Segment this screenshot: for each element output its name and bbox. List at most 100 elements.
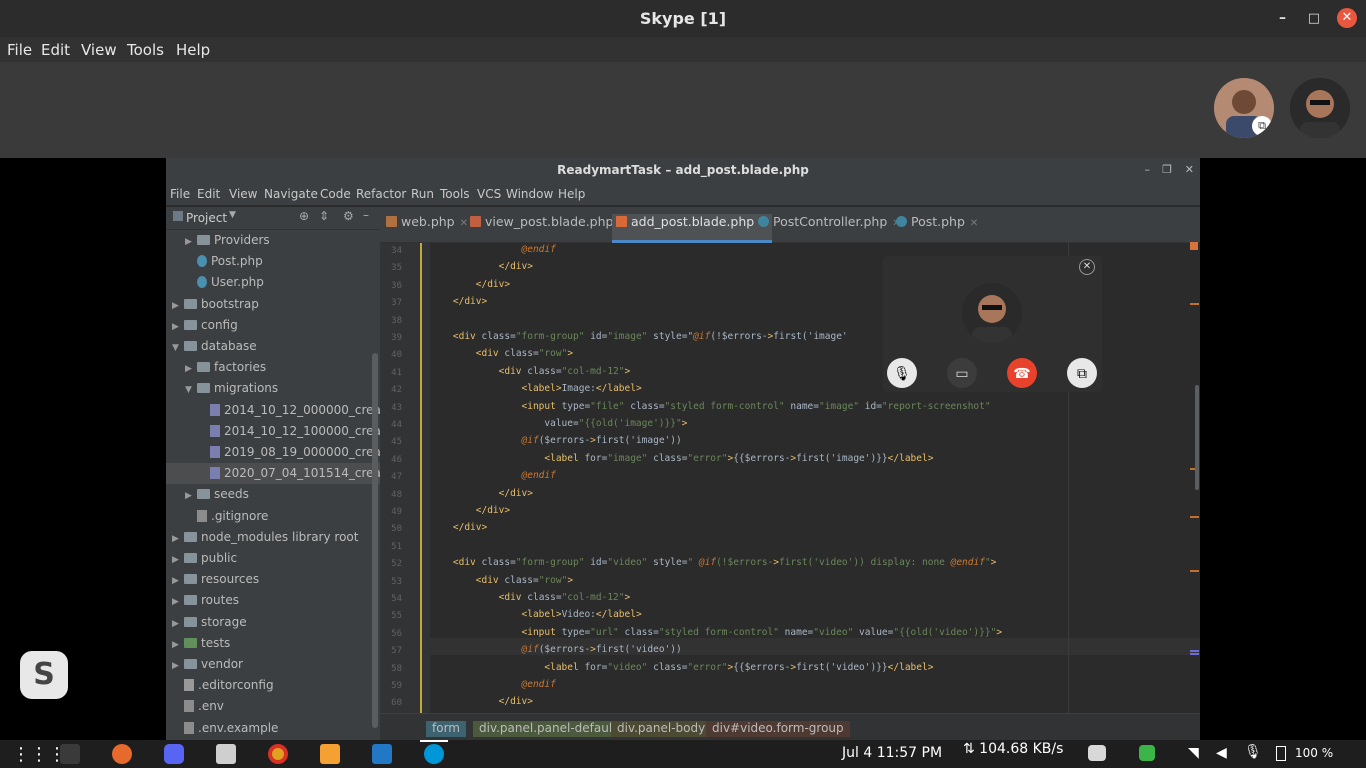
tree-item[interactable]: .gitignore bbox=[166, 506, 380, 527]
tree-item[interactable]: ▶ Providers bbox=[166, 230, 380, 251]
end-call-icon[interactable]: ☎ bbox=[1007, 358, 1037, 388]
tree-item[interactable]: Post.php bbox=[166, 251, 380, 272]
app-grid-icon[interactable]: ⋮⋮⋮ bbox=[12, 744, 66, 764]
chevron-right-icon[interactable]: ▶ bbox=[172, 635, 184, 654]
microphone-tray-icon[interactable]: 🎙 bbox=[1244, 743, 1262, 760]
terminal-icon[interactable] bbox=[60, 744, 80, 764]
chevron-right-icon[interactable]: ▶ bbox=[172, 550, 184, 569]
tree-item[interactable]: ▶ routes bbox=[166, 590, 380, 611]
sublime-icon[interactable] bbox=[320, 744, 340, 764]
tree-item[interactable]: 2019_08_19_000000_create_ bbox=[166, 442, 380, 463]
chevron-right-icon[interactable]: ▶ bbox=[172, 296, 184, 315]
hide-icon[interactable]: – bbox=[363, 208, 369, 222]
chevron-down-icon[interactable]: ▼ bbox=[172, 338, 184, 357]
editor-scrollbar[interactable] bbox=[1195, 385, 1199, 490]
breadcrumb-item[interactable]: div#video.form-group bbox=[706, 721, 850, 737]
tree-item[interactable]: .env bbox=[166, 696, 380, 717]
breadcrumb-item[interactable]: div.panel.panel-default bbox=[473, 721, 623, 737]
tab-postcontroller[interactable]: PostController.php✕ bbox=[758, 214, 901, 243]
popout-window-icon[interactable]: ⧉ bbox=[1067, 358, 1097, 388]
tree-item[interactable]: ▶ config bbox=[166, 315, 380, 336]
tree-item[interactable]: ▶ tests bbox=[166, 633, 380, 654]
project-label[interactable]: Project bbox=[186, 211, 227, 225]
firefox-icon[interactable] bbox=[112, 744, 132, 764]
ide-menu-window[interactable]: Window bbox=[506, 187, 553, 201]
marker[interactable] bbox=[1190, 516, 1199, 518]
vscode-icon[interactable] bbox=[372, 744, 392, 764]
breadcrumb-item[interactable]: div.panel-body bbox=[611, 721, 712, 737]
battery-icon[interactable] bbox=[1276, 746, 1286, 761]
tree-item[interactable]: ▶ vendor bbox=[166, 654, 380, 675]
ide-minimize-button[interactable]: – bbox=[1145, 158, 1151, 182]
video-off-icon[interactable]: ▭ bbox=[947, 358, 977, 388]
tree-item[interactable]: 2014_10_12_100000_create_ bbox=[166, 421, 380, 442]
menu-help[interactable]: Help bbox=[176, 41, 210, 59]
ide-menu-navigate[interactable]: Navigate bbox=[264, 187, 318, 201]
check-tray-icon[interactable] bbox=[1139, 745, 1155, 761]
marker[interactable] bbox=[1190, 653, 1199, 655]
tree-item[interactable]: .env.example bbox=[166, 718, 380, 739]
skype-taskbar-icon[interactable] bbox=[424, 744, 444, 764]
marker[interactable] bbox=[1190, 570, 1199, 572]
tree-item[interactable]: ▶ bootstrap bbox=[166, 294, 380, 315]
close-call-window-icon[interactable]: ✕ bbox=[1079, 259, 1095, 275]
chevron-right-icon[interactable]: ▶ bbox=[185, 232, 197, 251]
chevron-down-icon[interactable]: ▼ bbox=[185, 380, 197, 399]
tree-scrollbar[interactable] bbox=[372, 353, 378, 728]
chevron-right-icon[interactable]: ▶ bbox=[185, 486, 197, 505]
files-icon[interactable] bbox=[216, 744, 236, 764]
tree-item[interactable]: 2020_07_04_101514_create_ bbox=[166, 463, 380, 485]
close-icon[interactable]: ✕ bbox=[460, 218, 468, 229]
chevron-right-icon[interactable]: ▶ bbox=[185, 359, 197, 378]
tree-item[interactable]: ▶ factories bbox=[166, 357, 380, 378]
close-button[interactable]: ✕ bbox=[1337, 8, 1357, 28]
chevron-right-icon[interactable]: ▶ bbox=[172, 571, 184, 590]
menu-file[interactable]: File bbox=[7, 41, 32, 59]
ide-menu-edit[interactable]: Edit bbox=[197, 187, 220, 201]
locate-icon[interactable]: ⊕ bbox=[299, 209, 309, 223]
ide-menu-view[interactable]: View bbox=[229, 187, 257, 201]
tree-item[interactable]: ▶ public bbox=[166, 548, 380, 569]
popout-icon[interactable]: ⧉ bbox=[1252, 116, 1272, 136]
tree-item[interactable]: ▼ migrations bbox=[166, 378, 380, 399]
ide-close-button[interactable]: ✕ bbox=[1185, 158, 1194, 182]
marker[interactable] bbox=[1190, 303, 1199, 305]
ide-restore-button[interactable]: ❐ bbox=[1162, 158, 1172, 182]
chrome-icon[interactable] bbox=[268, 744, 288, 764]
chevron-right-icon[interactable]: ▶ bbox=[172, 656, 184, 675]
maximize-button[interactable]: □ bbox=[1308, 0, 1320, 37]
tree-item[interactable]: ▶ storage bbox=[166, 612, 380, 633]
participant-avatar-remote[interactable] bbox=[1290, 78, 1350, 138]
tree-item[interactable]: .editorconfig bbox=[166, 675, 380, 696]
chevron-right-icon[interactable]: ▶ bbox=[172, 529, 184, 548]
breadcrumb-item[interactable]: form bbox=[426, 721, 466, 737]
ide-menu-run[interactable]: Run bbox=[411, 187, 434, 201]
skype-logo-icon[interactable]: S bbox=[20, 651, 68, 699]
tab-web-php[interactable]: web.php ✕ bbox=[386, 214, 468, 243]
volume-icon[interactable]: ◀ bbox=[1216, 744, 1227, 761]
tab-post-php[interactable]: Post.php ✕ bbox=[896, 214, 978, 243]
ide-menu-code[interactable]: Code bbox=[320, 187, 351, 201]
tab-view-post-blade[interactable]: view_post.blade.php✕ bbox=[470, 214, 627, 243]
chevron-right-icon[interactable]: ▶ bbox=[172, 592, 184, 611]
marker[interactable] bbox=[1190, 650, 1199, 652]
collapse-icon[interactable]: ⇕ bbox=[319, 209, 329, 223]
wifi-icon[interactable]: ◥ bbox=[1188, 744, 1199, 761]
ide-menu-tools[interactable]: Tools bbox=[440, 187, 470, 201]
chevron-right-icon[interactable]: ▶ bbox=[172, 317, 184, 336]
tree-item[interactable]: ▶ seeds bbox=[166, 484, 380, 505]
ide-menu-help[interactable]: Help bbox=[558, 187, 585, 201]
warning-marker[interactable] bbox=[1190, 242, 1198, 250]
clock[interactable]: Jul 4 11:57 PM bbox=[842, 745, 942, 761]
tab-add-post-blade[interactable]: add_post.blade.php✕ bbox=[612, 214, 772, 243]
minimize-button[interactable]: – bbox=[1279, 0, 1286, 37]
microphone-icon[interactable]: 🎙 bbox=[887, 358, 917, 388]
discord-icon[interactable] bbox=[164, 744, 184, 764]
error-stripe[interactable] bbox=[1184, 240, 1200, 720]
menu-tools[interactable]: Tools bbox=[127, 41, 164, 59]
ide-menu-vcs[interactable]: VCS bbox=[477, 187, 501, 201]
menu-edit[interactable]: Edit bbox=[41, 41, 70, 59]
chevron-right-icon[interactable]: ▶ bbox=[172, 614, 184, 633]
ide-menu-refactor[interactable]: Refactor bbox=[356, 187, 406, 201]
tree-item[interactable]: User.php bbox=[166, 272, 380, 293]
